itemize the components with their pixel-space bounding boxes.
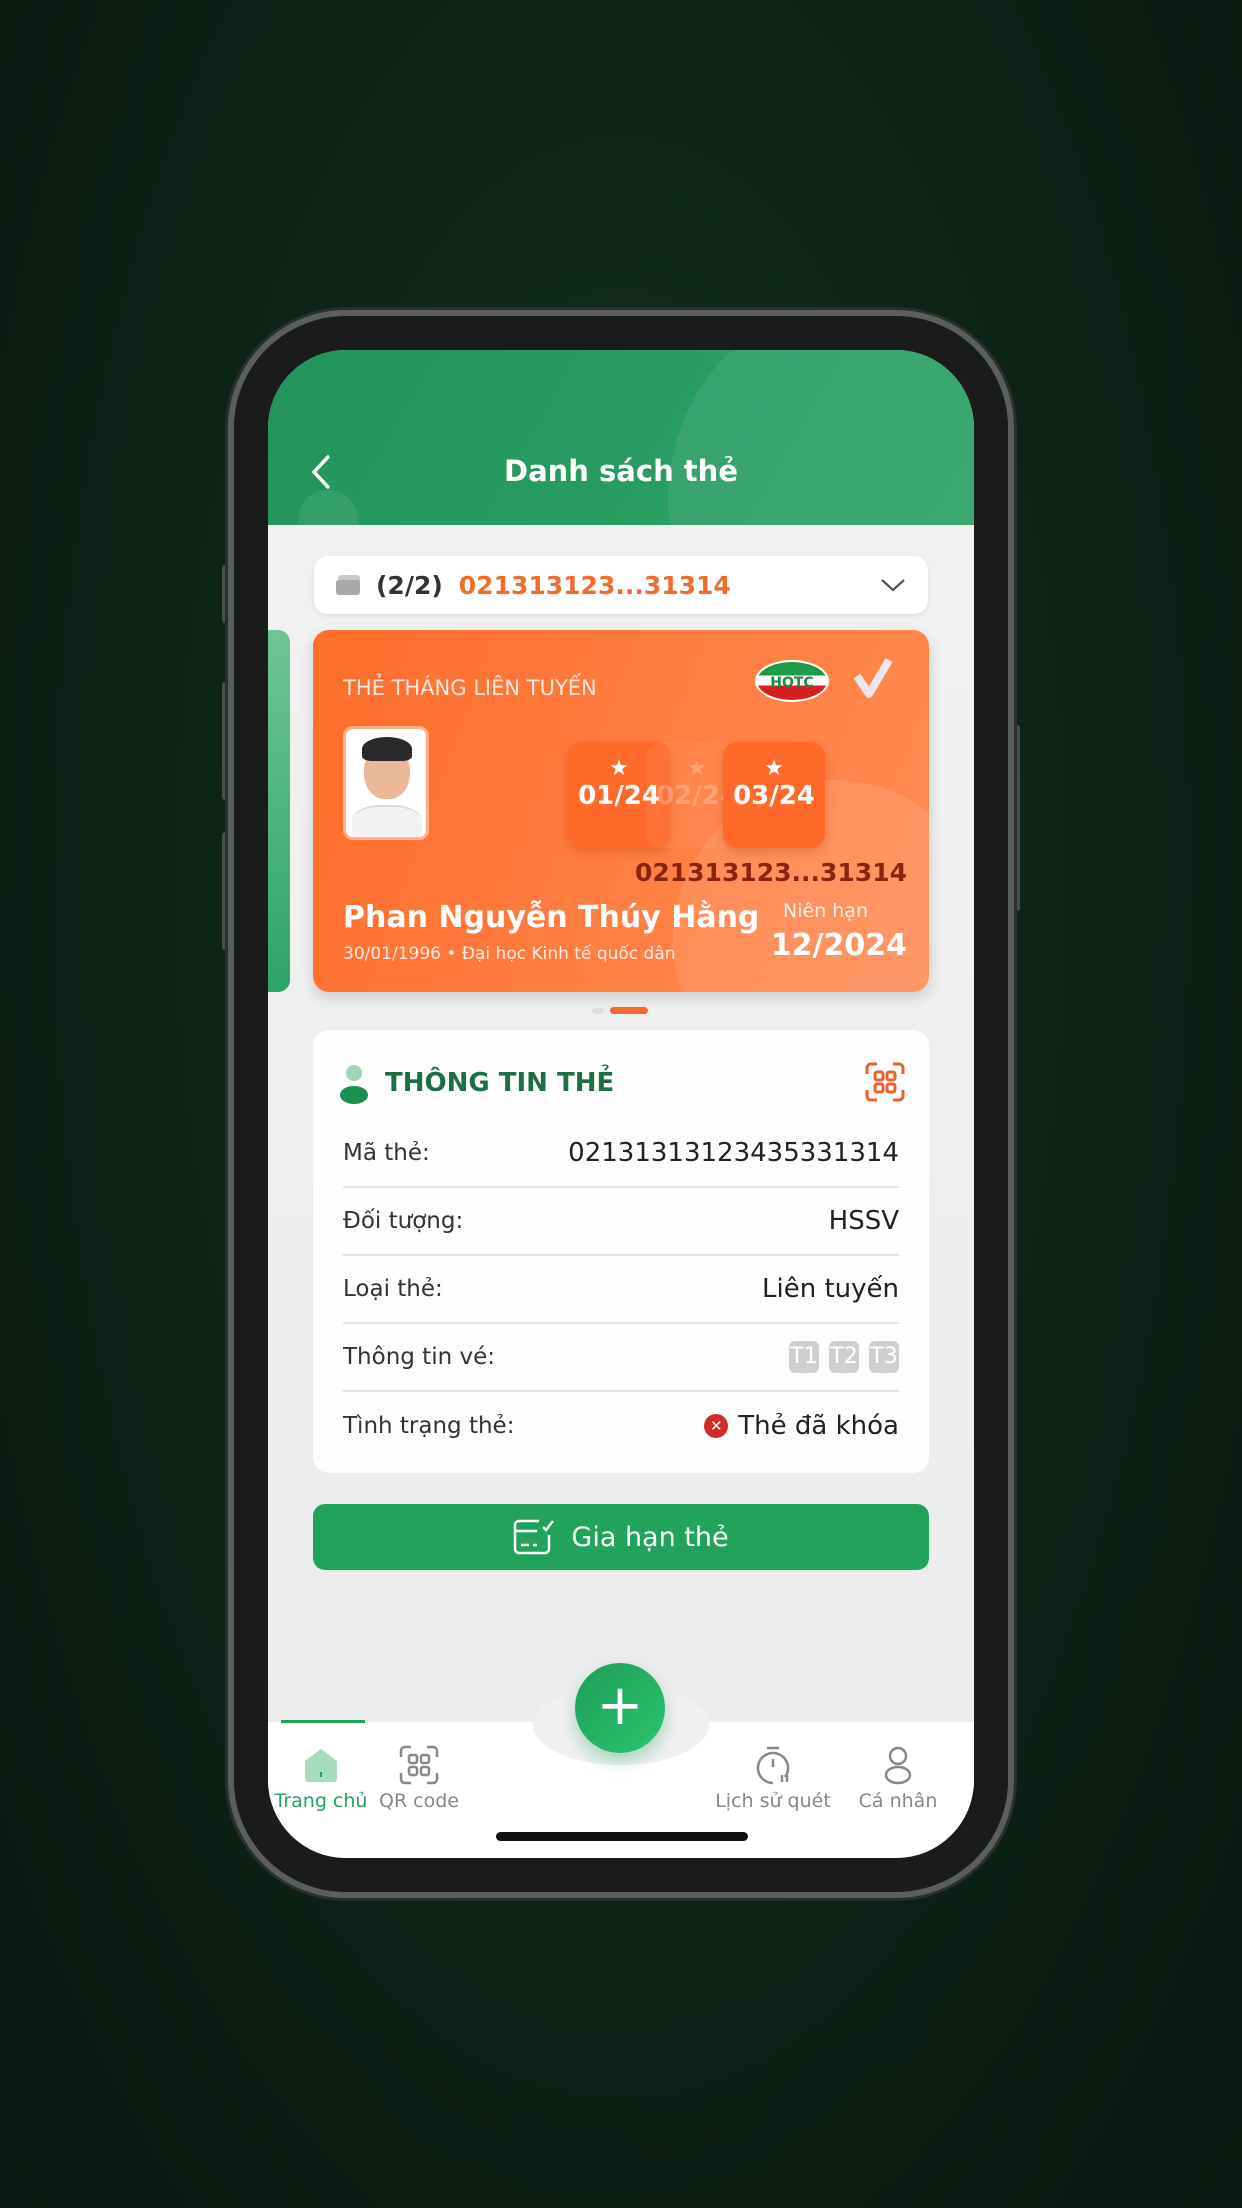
pager-dot[interactable]: [592, 1008, 604, 1014]
info-row-subject: Đối tượng: HSSV: [343, 1188, 899, 1256]
info-title: THÔNG TIN THẺ: [385, 1068, 615, 1098]
qr-scan-button[interactable]: [865, 1062, 905, 1102]
expiry-label: Niên hạn: [783, 900, 868, 922]
tab-profile[interactable]: Cá nhân: [838, 1745, 958, 1812]
card-selector[interactable]: (2/2) 021313123...31314: [314, 556, 928, 614]
user-icon: [340, 1065, 368, 1104]
selected-card-number: 021313123...31314: [458, 570, 731, 600]
error-icon: ✕: [704, 1414, 729, 1438]
active-tab-indicator: [281, 1720, 365, 1723]
check-icon: [853, 657, 893, 698]
info-row-ticket: Thông tin vé: T1 T2 T3: [343, 1324, 899, 1392]
page-title: Danh sách thẻ: [504, 454, 738, 488]
app-screen: Danh sách thẻ (2/2) 021313123...31314 TH…: [268, 350, 974, 1858]
card-info-panel: THÔNG TIN THẺ Mã thẻ: 0213131312343533131…: [313, 1030, 929, 1473]
ticket-tag: T3: [869, 1341, 899, 1373]
card-icon: [336, 575, 360, 595]
holder-name: Phan Nguyễn Thúy Hằng: [343, 900, 760, 935]
chevron-down-icon: [881, 579, 905, 592]
hotc-logo: HOTC: [755, 660, 829, 702]
star-icon: ★: [764, 756, 784, 781]
card-number: 021313123...31314: [634, 858, 907, 887]
photo: [343, 726, 429, 840]
pager-dot-active[interactable]: [610, 1007, 648, 1014]
timer-icon: [756, 1746, 790, 1785]
expiry-date: 12/2024: [770, 928, 907, 963]
month-badge: ★ 03/24: [723, 742, 825, 848]
ticket-tag: T2: [829, 1341, 859, 1373]
previous-card-peek[interactable]: [268, 630, 290, 992]
home-icon: [305, 1749, 337, 1782]
holder-details: 30/01/1996 • Đại học Kinh tế quốc dân: [343, 944, 676, 964]
person-icon: [884, 1746, 912, 1785]
home-indicator: [496, 1832, 748, 1841]
renew-card-button[interactable]: Gia hạn thẻ: [313, 1504, 929, 1570]
info-row-card-code: Mã thẻ: 02131313123435331314: [343, 1120, 899, 1188]
tab-qr-code[interactable]: QR code: [359, 1745, 479, 1812]
info-row-status: Tình trạng thẻ: ✕ Thẻ đã khóa: [343, 1411, 899, 1441]
plus-icon: +: [596, 1673, 644, 1738]
transit-card[interactable]: THẺ THÁNG LIÊN TUYẾN HOTC ★ 01/24 ★ 02/24 …: [313, 630, 929, 992]
header: Danh sách thẻ: [268, 350, 974, 525]
qr-icon: [399, 1745, 439, 1785]
card-type-label: THẺ THÁNG LIÊN TUYẾN: [343, 676, 597, 700]
tab-scan-history[interactable]: Lịch sử quét: [703, 1745, 843, 1812]
card-count: (2/2): [376, 570, 443, 600]
card-check-icon: [514, 1519, 555, 1555]
ticket-tag: T1: [789, 1341, 819, 1373]
info-row-card-type: Loại thẻ: Liên tuyến: [343, 1256, 899, 1324]
add-button[interactable]: +: [575, 1663, 665, 1753]
